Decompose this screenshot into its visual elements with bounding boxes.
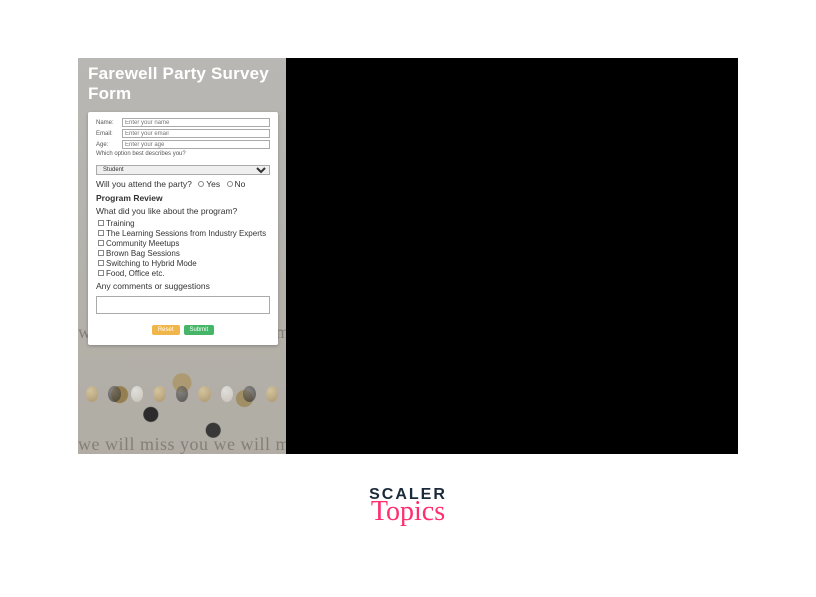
form-title: Farewell Party Survey Form <box>78 58 286 112</box>
email-row: Email: <box>96 129 270 138</box>
name-label: Name: <box>96 120 118 126</box>
screenshot-stage: we will miss you we will miss you we wil… <box>78 58 738 454</box>
age-label: Age: <box>96 142 118 148</box>
attend-yes-label: Yes <box>206 179 220 189</box>
like-option[interactable]: Food, Office etc. <box>98 269 270 278</box>
name-row: Name: <box>96 118 270 127</box>
attend-yes[interactable]: Yes <box>198 179 220 189</box>
checkbox-icon <box>98 250 104 256</box>
like-option-label: Brown Bag Sessions <box>106 249 180 258</box>
review-heading: Program Review <box>96 193 270 203</box>
like-option-label: Training <box>106 219 135 228</box>
like-option-label: Switching to Hybrid Mode <box>106 259 197 268</box>
attend-no-label: No <box>235 179 246 189</box>
submit-button[interactable]: Submit <box>184 325 215 335</box>
logo-topics: Topics <box>0 496 816 528</box>
comments-textarea[interactable] <box>96 296 270 314</box>
age-row: Age: <box>96 140 270 149</box>
checkbox-icon <box>98 230 104 236</box>
like-option-label: Community Meetups <box>106 239 179 248</box>
like-question: What did you like about the program? <box>96 206 270 216</box>
name-input[interactable] <box>122 118 270 127</box>
like-option[interactable]: Community Meetups <box>98 239 270 248</box>
reset-button[interactable]: Reset <box>152 325 180 335</box>
like-option[interactable]: Switching to Hybrid Mode <box>98 259 270 268</box>
attend-question: Will you attend the party? Yes No <box>96 179 270 189</box>
age-input[interactable] <box>122 140 270 149</box>
attend-no[interactable]: No <box>227 179 246 189</box>
email-label: Email: <box>96 131 118 137</box>
like-option[interactable]: The Learning Sessions from Industry Expe… <box>98 229 270 238</box>
checkbox-icon <box>98 240 104 246</box>
balloon-row <box>78 358 286 402</box>
describe-select[interactable]: Student <box>96 165 270 175</box>
survey-card: Name: Email: Age: Which option best desc… <box>88 112 278 345</box>
like-option[interactable]: Training <box>98 219 270 228</box>
checkbox-icon <box>98 260 104 266</box>
comments-label: Any comments or suggestions <box>96 281 270 291</box>
email-input[interactable] <box>122 129 270 138</box>
footer-logo: SCALER Topics <box>0 486 816 528</box>
radio-icon <box>227 181 233 187</box>
checkbox-icon <box>98 270 104 276</box>
like-option-label: The Learning Sessions from Industry Expe… <box>106 229 266 238</box>
describe-label: Which option best describes you? <box>96 151 270 157</box>
checkbox-icon <box>98 220 104 226</box>
attend-question-text: Will you attend the party? <box>96 179 192 189</box>
bg-script-text: we will miss you we will miss you we wil… <box>78 434 286 454</box>
like-option[interactable]: Brown Bag Sessions <box>98 249 270 258</box>
like-option-label: Food, Office etc. <box>106 269 165 278</box>
radio-icon <box>198 181 204 187</box>
form-column: we will miss you we will miss you we wil… <box>78 58 286 454</box>
button-row: Reset Submit <box>96 325 270 335</box>
